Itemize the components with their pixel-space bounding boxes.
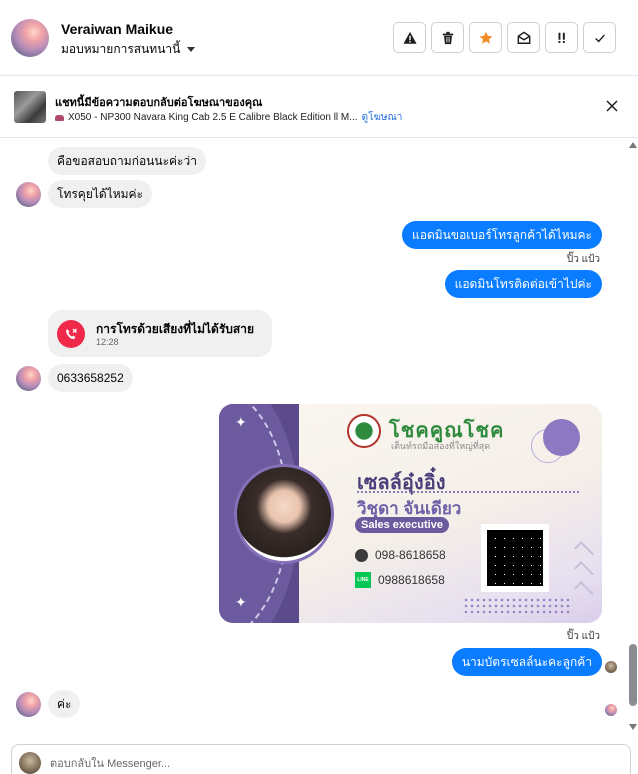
qr-code — [481, 524, 549, 592]
missed-call-title: การโทรด้วยเสียงที่ไม่ได้รับสาย — [96, 322, 254, 336]
business-card-image[interactable]: ✦ ✦ โชคคูณโชค เต็นท์รถมือสองที่ใหญ่ที่สุ… — [219, 404, 602, 623]
follow-up-icon — [558, 32, 565, 43]
sales-photo — [234, 464, 334, 564]
chevron-decoration — [574, 581, 594, 601]
chevron-decoration — [574, 561, 594, 581]
scroll-down-arrow-icon[interactable] — [629, 724, 637, 730]
trash-icon — [442, 31, 453, 44]
delete-button[interactable] — [431, 22, 464, 53]
done-button[interactable] — [583, 22, 616, 53]
report-button[interactable] — [393, 22, 426, 53]
assign-label: มอบหมายการสนทนานี้ — [61, 42, 181, 56]
outgoing-message[interactable]: แอดมินโทรติดต่อเข้าไปค่ะ — [444, 270, 602, 298]
ad-thumbnail[interactable] — [14, 91, 46, 123]
card-circle-decoration — [543, 419, 580, 456]
incoming-message[interactable]: คือขอสอบถามก่อนนะค่ะว่า — [48, 147, 206, 175]
seen-by-label: ปิ๊ว แป้ว — [566, 254, 600, 265]
incoming-message[interactable]: ค่ะ — [48, 690, 81, 718]
dot-pattern — [463, 597, 573, 617]
contact-name[interactable]: Veraiwan Maikue — [61, 21, 173, 37]
reply-input[interactable] — [50, 754, 610, 774]
card-phone-row: 098-8618658 — [355, 548, 446, 562]
conversation-header: Veraiwan Maikue มอบหมายการสนทนานี้ — [0, 0, 638, 76]
contact-avatar[interactable] — [11, 19, 49, 57]
follow-up-button[interactable] — [545, 22, 578, 53]
ad-banner-title: แชทนี้มีข้อความตอบกลับต่อโฆษณาของคุณ — [55, 97, 263, 109]
phone-icon — [355, 548, 368, 562]
assign-conversation-dropdown[interactable]: มอบหมายการสนทนานี้ — [61, 40, 196, 59]
outgoing-message[interactable]: แอดมินขอเบอร์โทรลูกค้าได้ไหมคะ — [402, 221, 602, 249]
warning-icon — [402, 31, 417, 44]
missed-call-time: 12:28 — [96, 337, 119, 347]
incoming-message[interactable]: โทรคุยได้ไหมค่ะ — [48, 180, 153, 208]
view-ad-link[interactable]: ดูโฆษณา — [362, 110, 403, 125]
card-role: Sales executive — [355, 517, 449, 533]
star-icon — [479, 31, 492, 44]
line-app-icon: LINE — [355, 572, 371, 588]
read-receipt-avatar — [605, 661, 617, 673]
reply-composer — [11, 744, 631, 774]
outgoing-message[interactable]: นามบัตรเซลล์นะคะลูกค้า — [451, 648, 602, 676]
card-phone: 098-8618658 — [375, 548, 446, 562]
read-receipt-avatar — [605, 704, 617, 716]
contact-avatar-small[interactable] — [16, 182, 41, 207]
header-actions — [393, 22, 616, 53]
contact-avatar-small[interactable] — [16, 366, 41, 391]
caret-down-icon — [187, 47, 196, 52]
sparkle-icon: ✦ — [235, 414, 247, 430]
check-icon — [594, 33, 605, 43]
page-avatar — [19, 752, 41, 774]
chevron-decoration — [574, 541, 594, 561]
missed-call-card[interactable]: การโทรด้วยเสียงที่ไม่ได้รับสาย 12:28 — [48, 310, 272, 357]
ad-reply-banner: แชทนี้มีข้อความตอบกลับต่อโฆษณาของคุณ X05… — [0, 76, 638, 138]
contact-avatar-small[interactable] — [16, 692, 41, 717]
seen-by-label: ปิ๊ว แป้ว — [566, 631, 600, 642]
card-line-row: LINE 0988618658 — [355, 572, 445, 588]
mark-unread-icon — [517, 30, 530, 44]
missed-call-icon — [57, 320, 85, 348]
scrollbar-thumb[interactable] — [629, 644, 637, 706]
scroll-up-arrow-icon[interactable] — [629, 142, 637, 148]
brand-logo — [347, 414, 381, 448]
card-line-id: 0988618658 — [378, 573, 445, 587]
ad-product-line: X050 - NP300 Navara King Cab 2.5 E Calib… — [55, 110, 402, 125]
ad-product-name: X050 - NP300 Navara King Cab 2.5 E Calib… — [68, 112, 358, 123]
card-divider — [357, 491, 579, 493]
card-tagline: เต็นท์รถมือสองที่ใหญ่ที่สุด — [391, 441, 491, 451]
close-icon[interactable] — [606, 100, 618, 112]
sparkle-icon: ✦ — [235, 594, 247, 610]
card-nickname: เซลล์อุ๋งอิ๋ง — [357, 472, 446, 494]
star-button[interactable] — [469, 22, 502, 53]
incoming-message[interactable]: 0633658252 — [48, 364, 133, 392]
car-icon — [55, 114, 64, 121]
mark-unread-button[interactable] — [507, 22, 540, 53]
